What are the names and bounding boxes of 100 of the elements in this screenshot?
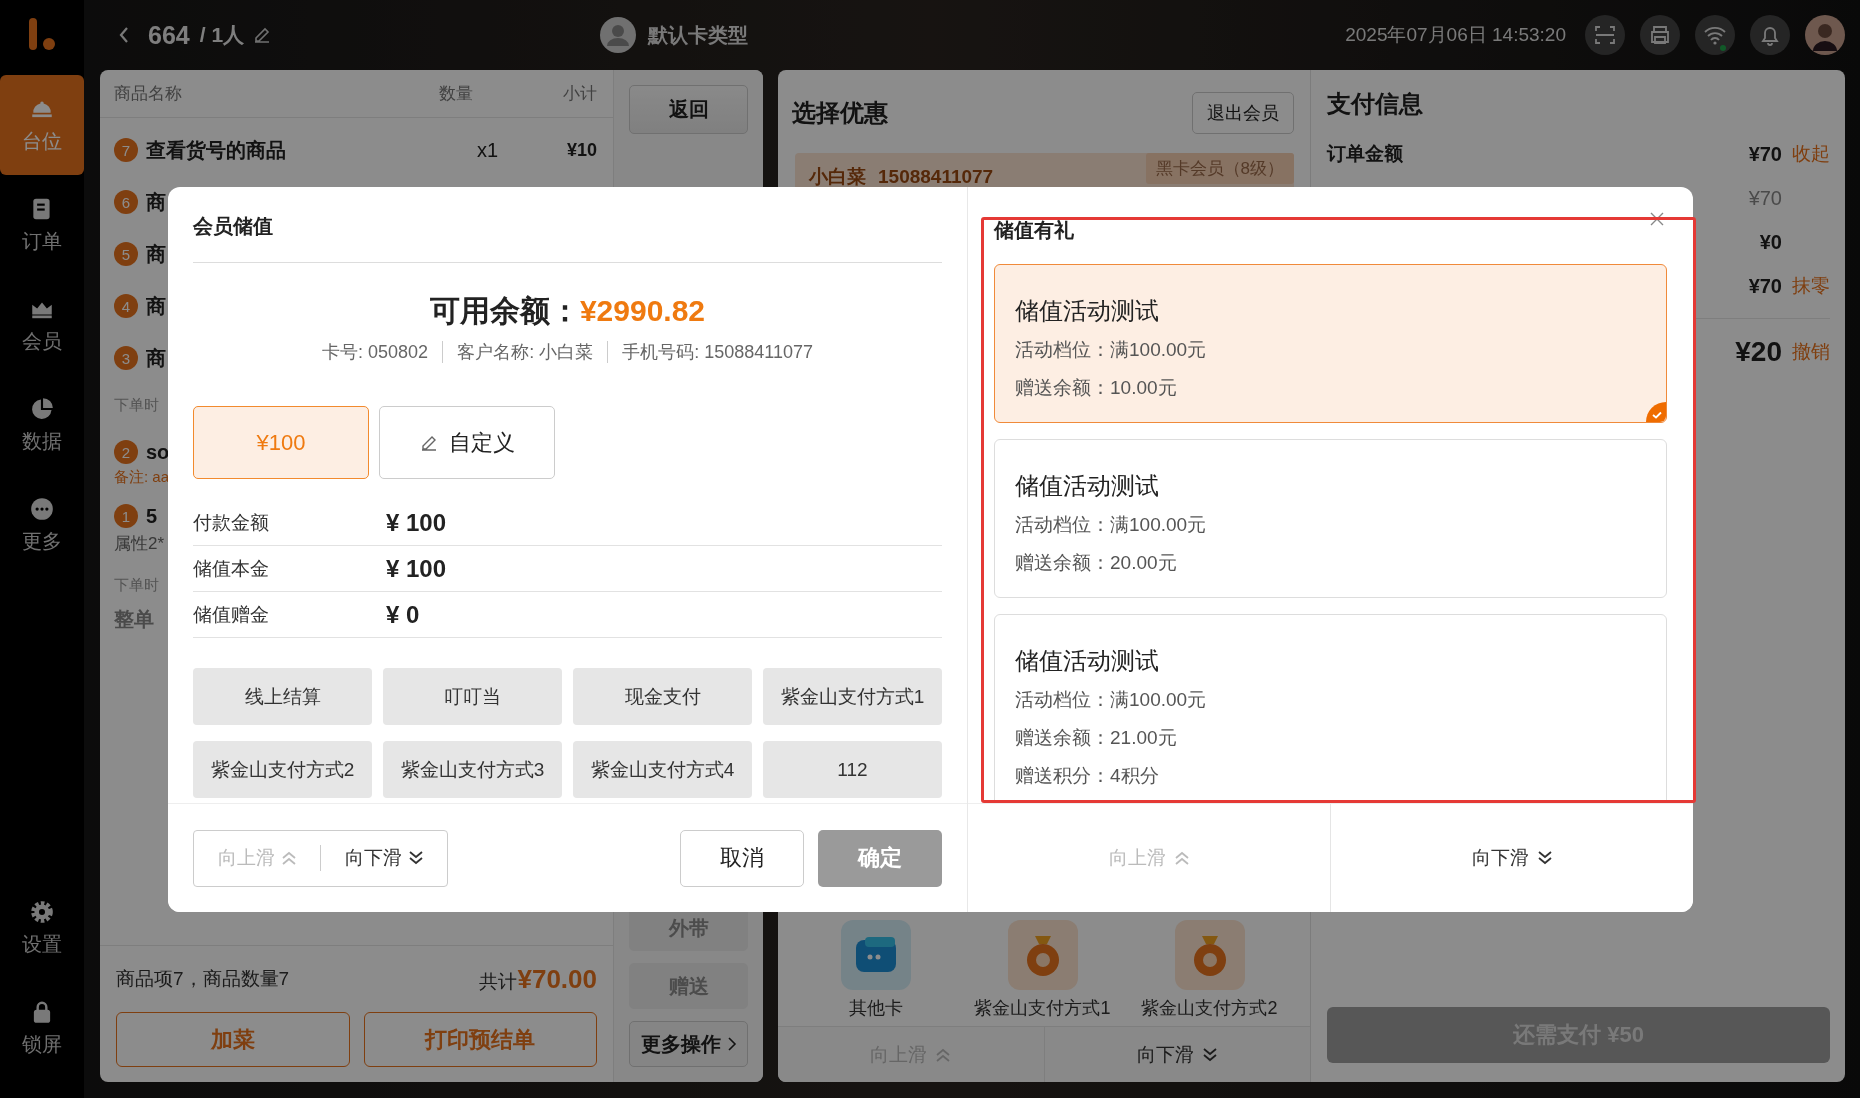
item-number: 1 xyxy=(114,504,138,528)
gift-card[interactable]: 储值活动测试 活动档位：满100.00元 赠送余额：10.00元 xyxy=(994,264,1667,423)
item-attribute: 属性2* xyxy=(114,534,165,553)
payment-method-button[interactable]: 112 xyxy=(763,741,942,798)
gift-card[interactable]: 储值活动测试 活动档位：满100.00元 赠送余额：20.00元 xyxy=(994,439,1667,598)
printer-icon[interactable] xyxy=(1640,15,1680,55)
gift-title: 储值活动测试 xyxy=(1015,296,1160,326)
gift-detail: 活动档位：满100.00元 xyxy=(1015,513,1208,537)
balance-amount: ¥2990.82 xyxy=(579,294,706,327)
item-number: 4 xyxy=(114,294,138,318)
payment-method-label: 紫金山支付方式1 xyxy=(974,997,1111,1020)
detail-value: ¥ 0 xyxy=(386,600,420,629)
gift-detail: 赠送余额：21.00元 xyxy=(1015,726,1178,750)
payment-method-button[interactable]: 紫金山支付方式4 xyxy=(573,741,752,798)
sidebar-item[interactable]: 设置 xyxy=(0,878,84,978)
payment-method-button[interactable]: 紫金山支付方式1 xyxy=(763,668,942,725)
double-chevron-up-icon xyxy=(280,850,297,866)
item-note: 备注: aa xyxy=(114,468,170,485)
detail-label: 付款金额 xyxy=(193,510,270,535)
total-amount: ¥70.00 xyxy=(517,963,597,994)
panel-title: 支付信息 xyxy=(1327,89,1424,119)
check-icon xyxy=(1646,402,1666,422)
payment-method-button[interactable]: 紫金山支付方式2 xyxy=(193,741,372,798)
order-time: 下单时 xyxy=(114,395,159,415)
member-level-tag: 黑卡会员（8级） xyxy=(1145,153,1294,184)
member-phone: 15088411077 xyxy=(878,165,994,188)
amount-value: ¥70 xyxy=(1748,186,1782,210)
sidebar-item[interactable]: 更多 xyxy=(0,475,84,575)
section-title: 储值有礼 xyxy=(994,218,1074,243)
sidebar-item[interactable]: 订单 xyxy=(0,175,84,275)
chevron-right-icon xyxy=(726,1036,737,1052)
card-icon[interactable] xyxy=(840,920,911,990)
payment-method-button[interactable]: 紫金山支付方式3 xyxy=(383,741,562,798)
exit-member-button[interactable]: 退出会员 xyxy=(1192,91,1294,134)
item-name[interactable]: 查看货号的商品 xyxy=(146,136,477,164)
amount-option[interactable]: 自定义 xyxy=(379,406,555,479)
pie-chart-icon xyxy=(29,395,55,422)
gift-detail: 赠送余额：20.00元 xyxy=(1015,551,1178,575)
bell-icon[interactable] xyxy=(1750,15,1790,55)
back-button[interactable]: 返回 xyxy=(629,85,748,134)
avatar-icon xyxy=(600,17,636,53)
gift-detail: 活动档位：满100.00元 xyxy=(1015,338,1208,362)
amount-value: ¥70 xyxy=(1748,142,1782,166)
item-number: 7 xyxy=(114,138,138,162)
wifi-icon[interactable] xyxy=(1695,15,1735,55)
column-header: 数量 xyxy=(439,83,473,105)
double-chevron-up-icon xyxy=(935,1046,952,1063)
gift-detail: 赠送积分：4积分 xyxy=(1015,764,1160,788)
user-avatar[interactable] xyxy=(1805,15,1845,55)
total-label: 共计 xyxy=(479,970,518,992)
money-bag-icon[interactable] xyxy=(1007,920,1078,990)
column-header: 商品名称 xyxy=(114,83,183,105)
close-icon[interactable] xyxy=(1649,211,1665,227)
amount-label: 订单金额 xyxy=(1327,143,1403,164)
gear-icon xyxy=(29,898,55,925)
gift-detail: 活动档位：满100.00元 xyxy=(1015,688,1208,712)
scan-icon[interactable] xyxy=(1585,15,1625,55)
order-time: 下单时 xyxy=(114,575,159,595)
scroll-button[interactable]: 向下滑 xyxy=(320,845,447,871)
double-chevron-down-icon xyxy=(407,850,424,866)
amount-value: ¥70 xyxy=(1748,274,1782,298)
sidebar-item[interactable]: 会员 xyxy=(0,275,84,375)
table-number: 664 xyxy=(148,20,190,50)
payment-method-button[interactable]: 现金支付 xyxy=(573,668,752,725)
payment-method-button[interactable]: 线上结算 xyxy=(193,668,372,725)
sidebar-item[interactable]: 数据 xyxy=(0,375,84,475)
date-time: 2025年07月06日 14:53:20 xyxy=(1345,23,1566,47)
detail-value: ¥ 100 xyxy=(386,554,447,583)
member-info: 卡号: 050802 xyxy=(321,341,430,363)
item-number: 5 xyxy=(114,242,138,266)
column-header: 小计 xyxy=(563,83,597,105)
cancel-button[interactable]: 取消 xyxy=(680,829,804,887)
payment-method-button[interactable]: 叮叮当 xyxy=(383,668,562,725)
detail-value: ¥ 100 xyxy=(386,508,447,537)
sidebar-item[interactable]: 锁屏 xyxy=(0,978,84,1078)
item-number: 2 xyxy=(114,440,138,464)
action-button[interactable]: 更多操作 xyxy=(629,1021,748,1067)
guest-count: / 1人 xyxy=(199,22,245,48)
item-summary: 商品项7，商品数量7 xyxy=(116,967,290,991)
item-number: 6 xyxy=(114,190,138,214)
member-info: 客户名称: 小白菜 xyxy=(442,341,608,363)
logo-icon xyxy=(27,16,57,52)
gift-detail: 赠送余额：10.00元 xyxy=(1015,376,1178,400)
amount-value: ¥0 xyxy=(1759,230,1782,254)
double-chevron-up-icon xyxy=(1173,850,1190,866)
scroll-button[interactable]: 向下滑 xyxy=(1330,804,1693,912)
order-remark: 整单 xyxy=(114,608,154,630)
gift-title: 储值活动测试 xyxy=(1015,646,1160,676)
ellipsis-icon xyxy=(29,495,55,522)
detail-label: 储值赠金 xyxy=(193,602,270,627)
item-number: 3 xyxy=(114,346,138,370)
item-quantity: x1 xyxy=(476,138,500,162)
double-chevron-down-icon xyxy=(1201,1046,1218,1063)
back-icon[interactable] xyxy=(118,25,130,45)
panel-title: 选择优惠 xyxy=(792,97,888,128)
item-subtotal: ¥10 xyxy=(566,139,597,161)
card-type: 默认卡类型 xyxy=(648,22,748,48)
payment-method-label: 紫金山支付方式2 xyxy=(1141,997,1278,1020)
detail-label: 储值本金 xyxy=(193,556,270,581)
money-bag-icon[interactable] xyxy=(1174,920,1245,990)
